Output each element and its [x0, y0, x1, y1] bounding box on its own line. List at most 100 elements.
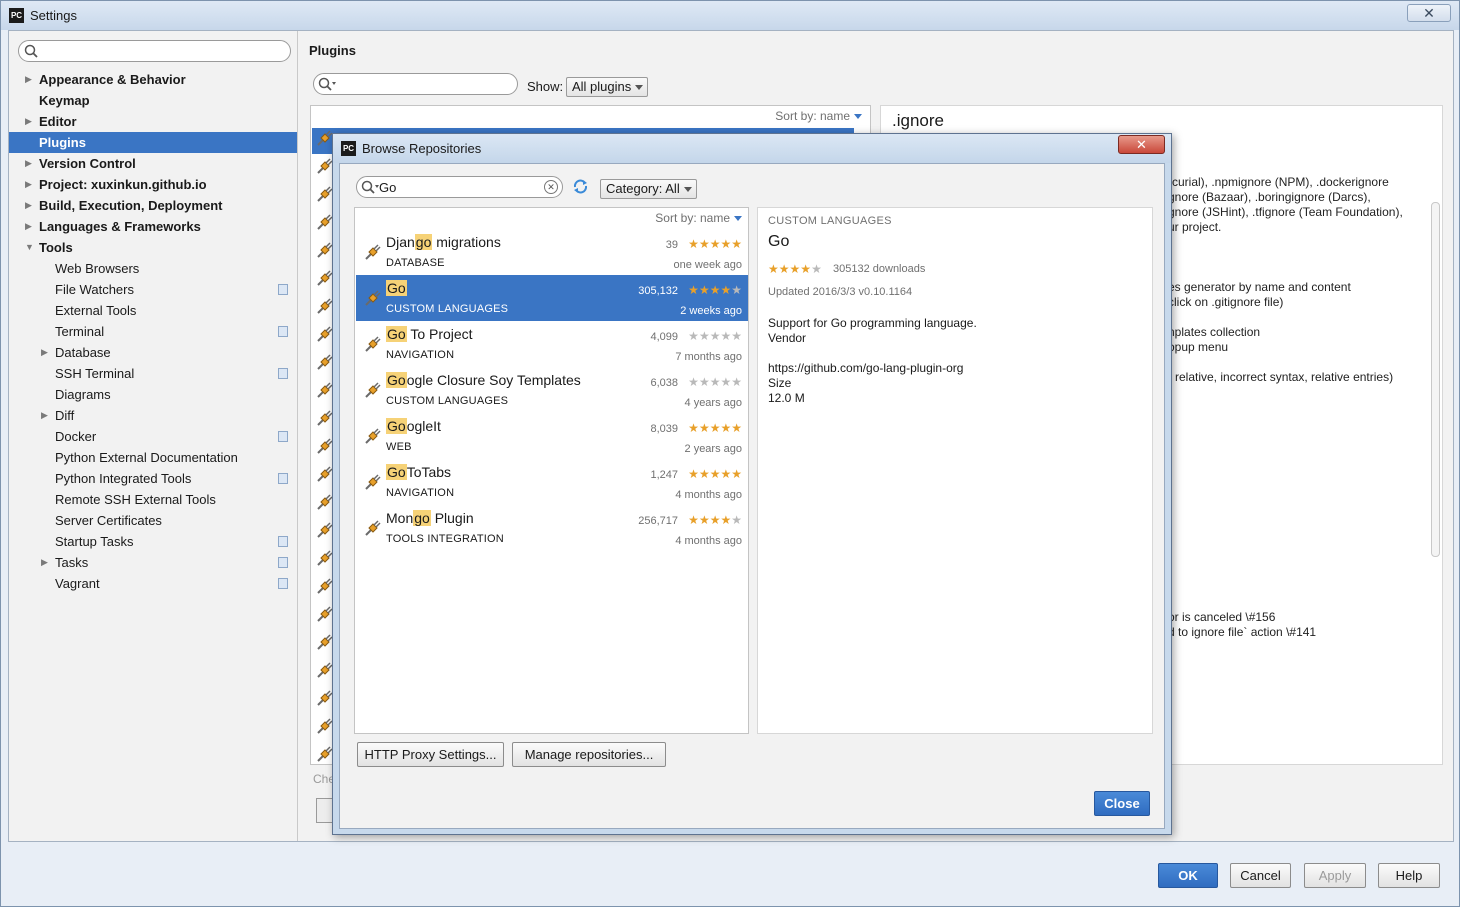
repository-result-row[interactable]: Go CUSTOM LANGUAGES 305,132 ★★★★★ 2 weeks ag… — [356, 275, 748, 321]
detail-url-link[interactable]: https://github.com/go-lang-plugin-org — [768, 361, 963, 375]
plugin-icon — [315, 578, 333, 596]
cancel-button[interactable]: Cancel — [1230, 863, 1291, 888]
sidebar-item-diff[interactable]: ▶ Diff — [9, 405, 297, 426]
star-icon: ★ — [688, 513, 699, 527]
sidebar-item-python-integrated-tools[interactable]: Python Integrated Tools — [9, 468, 297, 489]
sidebar-item-tools[interactable]: ▼ Tools — [9, 237, 297, 258]
star-icon: ★ — [709, 513, 721, 527]
repository-result-row[interactable]: GoogleIt WEB 8,039 ★★★★★ 2 years ago — [356, 413, 748, 459]
result-updated: one week ago — [673, 259, 743, 271]
chevron-right-icon[interactable]: ▶ — [41, 552, 48, 573]
chevron-right-icon[interactable]: ▶ — [25, 195, 32, 216]
chevron-right-icon[interactable]: ▶ — [41, 342, 48, 363]
result-updated: 4 years ago — [684, 397, 742, 409]
chevron-right-icon[interactable]: ▶ — [25, 69, 32, 90]
chevron-right-icon[interactable]: ▶ — [25, 111, 32, 132]
sidebar-item-ssh-terminal[interactable]: SSH Terminal — [9, 363, 297, 384]
result-rating-stars: ★★★★★ — [688, 329, 742, 343]
result-name: GoogleIt — [386, 418, 441, 434]
result-name-prefix: Mon — [386, 510, 414, 526]
result-downloads: 6,038 — [650, 377, 678, 389]
star-icon: ★ — [698, 329, 710, 343]
sidebar-item-vagrant[interactable]: Vagrant — [9, 573, 297, 594]
results-sort-header[interactable]: Sort by: name — [655, 211, 742, 225]
sidebar-item-remote-ssh-external-tools[interactable]: Remote SSH External Tools — [9, 489, 297, 510]
repository-result-row[interactable]: Mongo Plugin TOOLS INTEGRATION 256,717 ★★★★… — [356, 505, 748, 551]
star-icon: ★ — [698, 237, 710, 251]
plugin-icon — [315, 606, 333, 624]
detail-size-value: 12.0 M — [768, 391, 805, 405]
plugin-detail-title: .ignore — [892, 111, 944, 130]
plugin-detail-line: rcurial), .npmignore (NPM), .dockerignor… — [1168, 175, 1389, 189]
sidebar-item-web-browsers[interactable]: Web Browsers — [9, 258, 297, 279]
repository-result-row[interactable]: Django migrations DATABASE 39 ★★★★★ one week… — [356, 229, 748, 275]
repository-results-list[interactable]: Sort by: name Django migrations DATABASE 3… — [354, 207, 749, 734]
sidebar-item-appearance-behavior[interactable]: ▶ Appearance & Behavior — [9, 69, 297, 90]
http-proxy-settings-button[interactable]: HTTP Proxy Settings... — [357, 742, 504, 767]
ok-button[interactable]: OK — [1158, 863, 1218, 888]
sidebar-item-editor[interactable]: ▶ Editor — [9, 111, 297, 132]
sidebar-item-file-watchers[interactable]: File Watchers — [9, 279, 297, 300]
page-title: Plugins — [309, 43, 356, 58]
plugins-search-input[interactable] — [313, 73, 518, 95]
project-settings-icon — [278, 368, 288, 379]
detail-rating-stars: ★★★★★ — [768, 262, 822, 276]
sidebar-item-plugins[interactable]: Plugins — [9, 132, 297, 153]
chevron-right-icon[interactable]: ▶ — [25, 174, 32, 195]
sidebar-item-diagrams[interactable]: Diagrams — [9, 384, 297, 405]
sidebar-item-server-certificates[interactable]: Server Certificates — [9, 510, 297, 531]
sidebar-item-python-external-documentation[interactable]: Python External Documentation — [9, 447, 297, 468]
plug-icon — [317, 718, 333, 734]
sidebar-item-external-tools[interactable]: External Tools — [9, 300, 297, 321]
show-label: Show: — [527, 79, 564, 94]
star-icon: ★ — [720, 283, 732, 297]
result-name-suffix: ToTabs — [406, 464, 452, 480]
apply-button[interactable]: Apply — [1304, 863, 1366, 888]
sidebar-item-build-execution-deployment[interactable]: ▶ Build, Execution, Deployment — [9, 195, 297, 216]
close-button[interactable]: Close — [1094, 791, 1150, 816]
result-category: DATABASE — [386, 257, 445, 269]
sidebar-item-docker[interactable]: Docker — [9, 426, 297, 447]
sidebar-item-startup-tasks[interactable]: Startup Tasks — [9, 531, 297, 552]
dialog-titlebar: PC Browse Repositories ✕ — [333, 134, 1171, 163]
plugin-detail-line: gnore (JSHint), .tfignore (Team Foundati… — [1168, 205, 1403, 219]
category-dropdown[interactable]: Category: All — [600, 179, 697, 199]
sidebar-item-version-control[interactable]: ▶ Version Control — [9, 153, 297, 174]
dialog-close-icon-button[interactable]: ✕ — [1118, 135, 1165, 154]
sidebar-item-tasks[interactable]: ▶ Tasks — [9, 552, 297, 573]
clear-search-icon[interactable]: ✕ — [544, 180, 558, 194]
repository-result-row[interactable]: GoToTabs NAVIGATION 1,247 ★★★★★ 4 months ago — [356, 459, 748, 505]
show-plugins-dropdown[interactable]: All plugins — [566, 77, 649, 97]
repository-result-row[interactable]: Google Closure Soy Templates CUSTOM LANGU… — [356, 367, 748, 413]
sidebar-item-label: Editor — [39, 114, 77, 129]
manage-repositories-button[interactable]: Manage repositories... — [512, 742, 666, 767]
chevron-right-icon[interactable]: ▶ — [25, 216, 32, 237]
sidebar-item-label: Remote SSH External Tools — [55, 492, 216, 507]
project-settings-icon — [278, 431, 288, 442]
chevron-down-icon[interactable]: ▼ — [25, 237, 34, 258]
chevron-right-icon[interactable]: ▶ — [41, 405, 48, 426]
repository-search-input[interactable]: Go ✕ — [356, 176, 563, 198]
plug-icon — [317, 494, 333, 510]
sidebar-item-project-xuxinkun-github-io[interactable]: ▶ Project: xuxinkun.github.io — [9, 174, 297, 195]
plugins-sort-header[interactable]: Sort by: name — [775, 109, 862, 123]
sidebar-item-label: Build, Execution, Deployment — [39, 198, 223, 213]
help-button[interactable]: Help — [1378, 863, 1440, 888]
sidebar-item-database[interactable]: ▶ Database — [9, 342, 297, 363]
result-category: TOOLS INTEGRATION — [386, 533, 504, 545]
sidebar-item-label: External Tools — [55, 303, 137, 318]
chevron-down-icon — [734, 216, 742, 222]
sidebar-item-languages-frameworks[interactable]: ▶ Languages & Frameworks — [9, 216, 297, 237]
result-name-suffix: migrations — [432, 234, 501, 250]
refresh-icon[interactable] — [572, 178, 589, 195]
chevron-right-icon[interactable]: ▶ — [25, 153, 32, 174]
result-name: Google Closure Soy Templates — [386, 372, 581, 388]
sidebar-item-terminal[interactable]: Terminal — [9, 321, 297, 342]
sidebar-item-keymap[interactable]: Keymap — [9, 90, 297, 111]
plug-icon — [317, 466, 333, 482]
result-rating-stars: ★★★★★ — [688, 237, 742, 251]
repository-result-row[interactable]: Go To Project NAVIGATION 4,099 ★★★★★ 7 month… — [356, 321, 748, 367]
detail-scrollbar[interactable] — [1431, 202, 1440, 557]
window-close-button[interactable]: ✕ — [1407, 4, 1451, 22]
settings-search-input[interactable] — [18, 40, 291, 62]
